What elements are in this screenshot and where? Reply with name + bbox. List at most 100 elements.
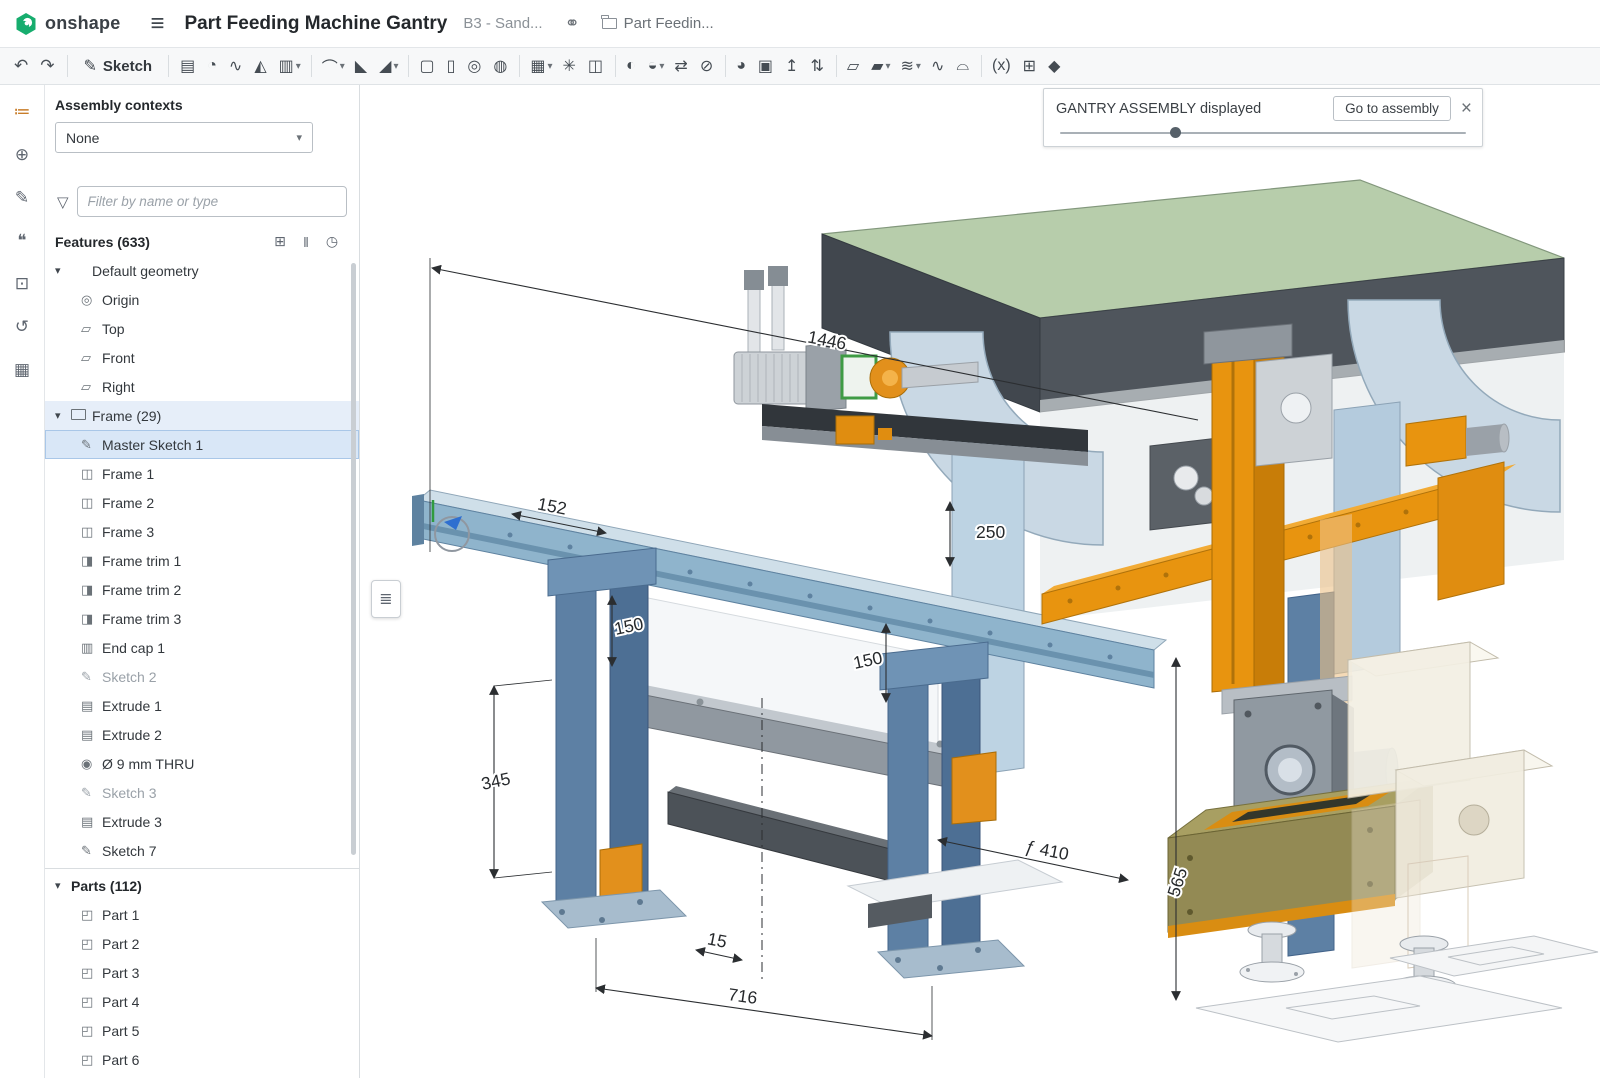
part-list-item[interactable]: ◰ Part 5	[45, 1016, 359, 1045]
plane-icon[interactable]: ▱	[842, 52, 866, 80]
filter-funnel-icon[interactable]: ▽	[57, 193, 69, 211]
feature-tree-item[interactable]: ▤ Extrude 1	[45, 691, 359, 720]
feature-tree-item[interactable]: ▾ Frame (29)	[45, 401, 359, 430]
leg-bracket-orange[interactable]	[952, 752, 996, 824]
projected-curve-icon[interactable]: ⌓	[951, 52, 976, 80]
filter-input[interactable]	[77, 186, 347, 217]
feature-tree-item[interactable]: ◨ Frame trim 3	[45, 604, 359, 633]
document-title[interactable]: Part Feeding Machine Gantry	[184, 13, 447, 35]
feature-label: Frame trim 1	[102, 553, 181, 569]
parts-header[interactable]: ▾ Parts (112)	[45, 871, 359, 900]
delete-face-icon[interactable]: ▣	[753, 52, 780, 80]
onshape-logo[interactable]: onshape	[14, 12, 120, 36]
feature-tree-item[interactable]: ◫ Frame 3	[45, 517, 359, 546]
part-list-item[interactable]: ◰ Part 4	[45, 987, 359, 1016]
feature-tree-scrollbar[interactable]	[351, 263, 356, 855]
sweep-icon[interactable]: ∿	[224, 52, 249, 80]
close-icon[interactable]: ×	[1461, 99, 1472, 118]
rollback-slider[interactable]	[1060, 132, 1466, 134]
part-list-item[interactable]: ◰ Part 2	[45, 929, 359, 958]
feature-tree-item[interactable]: ✎ Sketch 2	[45, 662, 359, 691]
hole-icon[interactable]: ◎	[462, 52, 488, 80]
circular-pattern-icon[interactable]: ✳	[558, 52, 583, 80]
go-to-assembly-button[interactable]: Go to assembly	[1333, 96, 1451, 121]
delete-part-icon[interactable]: ⊘	[695, 52, 720, 80]
boolean-icon[interactable]: ◐	[621, 52, 643, 80]
sketch-button[interactable]: ✎ Sketch	[74, 52, 163, 80]
feature-tree-item[interactable]: ▥ End cap 1	[45, 633, 359, 662]
document-tab[interactable]: Part Feedin...	[602, 15, 714, 32]
feature-tree-item[interactable]: ▾ Default geometry	[45, 256, 359, 285]
undo-button[interactable]: ↶	[8, 52, 34, 80]
modify-fillet-icon[interactable]: ◕	[731, 52, 753, 80]
feature-label: Right	[102, 379, 135, 395]
revolve-icon[interactable]: ◔	[202, 52, 224, 80]
tables-icon[interactable]: ▦	[8, 357, 36, 383]
fillet-icon[interactable]: ⌒ ▾	[317, 52, 350, 80]
tag-icon[interactable]: ◆	[1043, 52, 1067, 80]
appearance-icon[interactable]: ✎	[8, 185, 36, 211]
split-icon[interactable]: ◒ ▾	[643, 52, 670, 80]
feature-tree-item[interactable]: ◫ Frame 1	[45, 459, 359, 488]
helix-icon[interactable]: ≋ ▾	[896, 52, 926, 80]
feature-icon: ◨	[81, 582, 102, 598]
feature-tree-item[interactable]: ◨ Frame trim 2	[45, 575, 359, 604]
fit-spline-icon[interactable]: ∿	[926, 52, 951, 80]
feature-tree-item[interactable]: ▤ Extrude 2	[45, 720, 359, 749]
rollback-pause-icon[interactable]: ‖	[293, 234, 319, 250]
move-face-icon[interactable]: ↥	[780, 52, 805, 80]
feature-tree-item[interactable]: ◨ Frame trim 1	[45, 546, 359, 575]
draft-icon[interactable]: ◢ ▾	[374, 52, 403, 80]
hamburger-menu-icon[interactable]: ≡	[150, 10, 164, 38]
feature-list-icon[interactable]: ≔	[8, 99, 36, 125]
linear-pattern-icon[interactable]: ▦ ▾	[525, 52, 557, 80]
feature-tree-item[interactable]: ▱ Front	[45, 343, 359, 372]
feature-list-flyout-button[interactable]: ≣	[371, 580, 401, 618]
rib-icon[interactable]: ▯	[442, 52, 463, 80]
offset-surface-icon[interactable]: ▰ ▾	[866, 52, 895, 80]
tool-icon: ▯	[447, 56, 456, 76]
chamfer-icon[interactable]: ◣	[350, 52, 374, 80]
part-list-item[interactable]: ◰ Part 1	[45, 900, 359, 929]
chevron-down-icon[interactable]: ▾	[55, 409, 71, 422]
left-icon-rail: ≔ ⊕ ✎ ❝ ⊡ ↺ ▦	[0, 85, 45, 1078]
chevron-down-icon[interactable]: ▾	[55, 879, 71, 892]
transform-icon[interactable]: ⇄	[669, 52, 694, 80]
context-dropdown[interactable]: None ▾	[55, 122, 313, 153]
create-folder-icon[interactable]: ⊞	[267, 233, 293, 250]
mirror-icon[interactable]: ◫	[583, 52, 610, 80]
graphics-area[interactable]: 1446 152 250 150 150 345 ƒ 410 565 15 71…	[360, 85, 1600, 1078]
comments-icon[interactable]: ❝	[8, 228, 36, 254]
part-list-item[interactable]: ◰ Part 3	[45, 958, 359, 987]
feature-tree-item[interactable]: ▱ Right	[45, 372, 359, 401]
extrude-icon[interactable]: ▤	[175, 52, 202, 80]
feature-tree-item[interactable]: ◉ Ø 9 mm THRU	[45, 749, 359, 778]
thread-icon[interactable]: ◍	[488, 52, 514, 80]
help-cube-icon[interactable]: ⊡	[8, 271, 36, 297]
variable-icon[interactable]: (x)	[987, 52, 1018, 80]
replace-face-icon[interactable]: ⇅	[805, 52, 830, 80]
insert-icon[interactable]: ⊕	[8, 142, 36, 168]
feature-label: Frame 3	[102, 524, 154, 540]
feature-tree-item[interactable]: ✎ Master Sketch 1	[45, 430, 359, 459]
part-list-item[interactable]: ◰ Part 6	[45, 1045, 359, 1074]
redo-button[interactable]: ↷	[34, 52, 60, 80]
link-icon[interactable]: ⚭	[565, 13, 580, 34]
history-icon[interactable]: ↺	[8, 314, 36, 340]
feature-tree-item[interactable]: ✎ Sketch 7	[45, 836, 359, 865]
feature-tree-item[interactable]: ◎ Origin	[45, 285, 359, 314]
feature-tree-item[interactable]: ▱ Top	[45, 314, 359, 343]
feature-tree-item[interactable]: ◫ Frame 2	[45, 488, 359, 517]
regen-time-icon[interactable]: ◷	[319, 233, 345, 250]
rollback-slider-handle[interactable]	[1170, 127, 1181, 138]
feature-tree-item[interactable]: ▤ Extrude 3	[45, 807, 359, 836]
shell-icon[interactable]: ▢	[414, 52, 441, 80]
feature-tree-item[interactable]: ✎ Sketch 3	[45, 778, 359, 807]
3d-viewport[interactable]: 1446 152 250 150 150 345 ƒ 410 565 15 71…	[360, 85, 1600, 1078]
loft-icon[interactable]: ◭	[249, 52, 273, 80]
tool-icon: ∿	[229, 56, 242, 76]
folder-icon	[602, 18, 617, 29]
thicken-icon[interactable]: ▥ ▾	[274, 52, 306, 80]
derived-icon[interactable]: ⊞	[1018, 52, 1043, 80]
chevron-down-icon[interactable]: ▾	[55, 264, 71, 277]
